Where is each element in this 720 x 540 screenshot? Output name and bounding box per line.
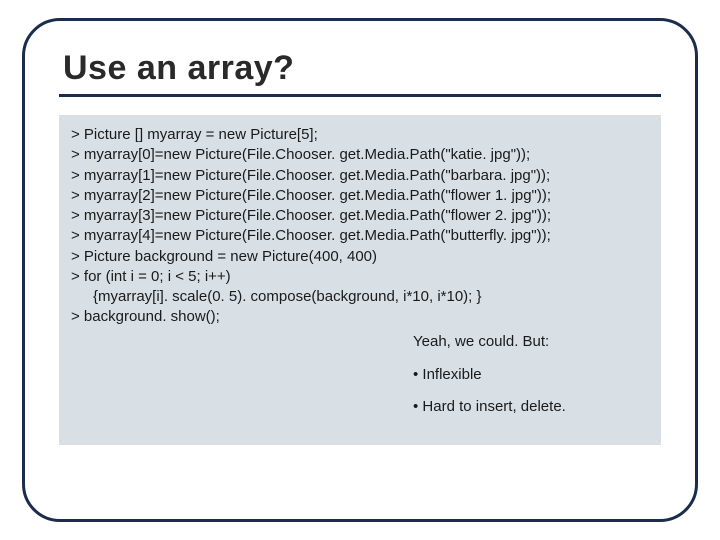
code-line: > myarray[2]=new Picture(File.Chooser. g… — [71, 186, 649, 206]
title-underline — [59, 94, 661, 97]
code-line: > Picture [] myarray = new Picture[5]; — [71, 125, 649, 145]
slide-frame: Use an array? > Picture [] myarray = new… — [22, 18, 698, 522]
code-box: > Picture [] myarray = new Picture[5]; >… — [59, 115, 661, 445]
code-line: > background. show(); — [71, 307, 649, 327]
code-line: > for (int i = 0; i < 5; i++) — [71, 267, 649, 287]
notes-bullet: • Inflexible — [413, 365, 643, 385]
code-line: > Picture background = new Picture(400, … — [71, 247, 649, 267]
code-line: > myarray[3]=new Picture(File.Chooser. g… — [71, 206, 649, 226]
notes-block: Yeah, we could. But: • Inflexible • Hard… — [413, 332, 643, 429]
code-line: > myarray[1]=new Picture(File.Chooser. g… — [71, 166, 649, 186]
slide-title: Use an array? — [63, 49, 661, 88]
notes-bullet: • Hard to insert, delete. — [413, 397, 643, 417]
notes-lead: Yeah, we could. But: — [413, 332, 643, 352]
code-line: > myarray[4]=new Picture(File.Chooser. g… — [71, 226, 649, 246]
code-line: > myarray[0]=new Picture(File.Chooser. g… — [71, 145, 649, 165]
code-line: {myarray[i]. scale(0. 5). compose(backgr… — [71, 287, 649, 307]
